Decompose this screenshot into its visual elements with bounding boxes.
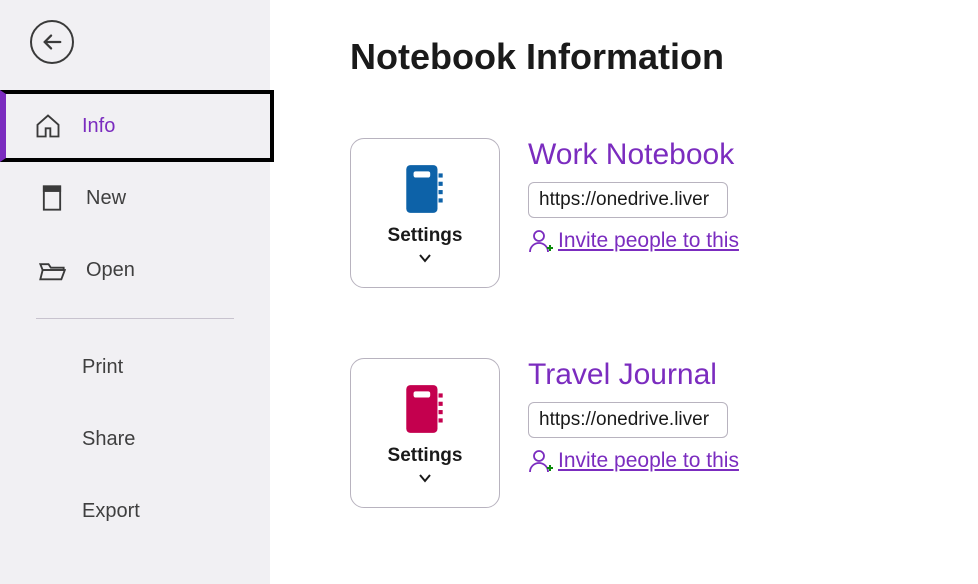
nav-new-label: New — [86, 187, 126, 210]
notebook-info: Work Notebook Invite people to this — [528, 138, 739, 254]
folder-open-icon — [38, 256, 66, 284]
notebook-title: Travel Journal — [528, 358, 739, 392]
notebook-icon — [404, 163, 446, 215]
notebook-icon — [404, 383, 446, 435]
notebook-row: Settings Travel Journal Invite people to… — [350, 358, 978, 508]
settings-label: Settings — [388, 445, 463, 467]
settings-label: Settings — [388, 225, 463, 247]
nav-info-label: Info — [82, 115, 115, 138]
notebook-url-field[interactable] — [528, 402, 728, 438]
nav-export[interactable]: Export — [0, 475, 270, 547]
nav-export-label: Export — [82, 500, 140, 523]
invite-person-icon — [528, 448, 554, 474]
nav-print-label: Print — [82, 356, 123, 379]
chevron-down-icon — [418, 473, 432, 483]
chevron-down-icon — [418, 253, 432, 263]
nav-share[interactable]: Share — [0, 403, 270, 475]
page-title: Notebook Information — [350, 36, 978, 78]
nav-share-label: Share — [82, 428, 135, 451]
invite-row: Invite people to this — [528, 448, 739, 474]
home-icon — [34, 112, 62, 140]
notebook-title: Work Notebook — [528, 138, 739, 172]
sidebar-divider — [36, 318, 234, 319]
notebook-url-field[interactable] — [528, 182, 728, 218]
invite-row: Invite people to this — [528, 228, 739, 254]
notebook-row: Settings Work Notebook Invite people to … — [350, 138, 978, 288]
invite-link[interactable]: Invite people to this — [558, 449, 739, 473]
page-icon — [38, 184, 66, 212]
backstage-sidebar: Info New Open Print Share Export — [0, 0, 270, 584]
nav-new[interactable]: New — [0, 162, 270, 234]
nav-open[interactable]: Open — [0, 234, 270, 306]
notebook-settings-button[interactable]: Settings — [350, 138, 500, 288]
notebook-settings-button[interactable]: Settings — [350, 358, 500, 508]
notebook-info: Travel Journal Invite people to this — [528, 358, 739, 474]
nav-open-label: Open — [86, 259, 135, 282]
invite-person-icon — [528, 228, 554, 254]
back-arrow-icon — [41, 31, 63, 53]
nav-info[interactable]: Info — [0, 90, 274, 162]
main-panel: Notebook Information Settings Work Noteb… — [270, 0, 978, 584]
back-button[interactable] — [30, 20, 74, 64]
nav-print[interactable]: Print — [0, 331, 270, 403]
invite-link[interactable]: Invite people to this — [558, 229, 739, 253]
